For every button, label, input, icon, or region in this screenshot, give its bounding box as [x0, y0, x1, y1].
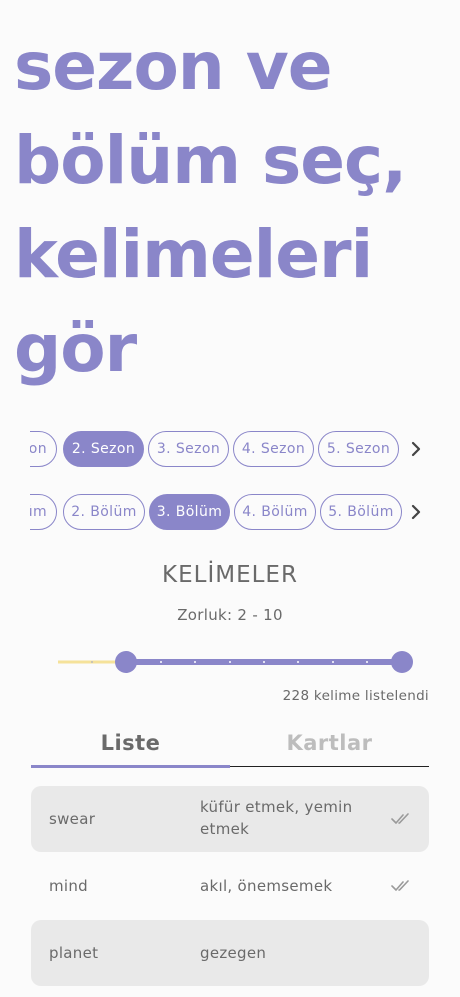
- double-check-icon: [391, 880, 409, 891]
- chevron-right-icon[interactable]: [408, 437, 426, 461]
- season-chip[interactable]: 5. Sezon: [318, 431, 399, 467]
- chevron-right-icon[interactable]: [408, 500, 426, 524]
- season-chip-label: on: [30, 441, 47, 457]
- word-english: planet: [49, 944, 99, 962]
- tab-list[interactable]: Liste: [31, 722, 230, 764]
- tab-active-indicator: [31, 765, 230, 768]
- word-translation-line: küfür etmek, yemin: [200, 798, 353, 816]
- word-english: swear: [49, 810, 96, 828]
- season-chip-label: 3. Sezon: [156, 441, 221, 457]
- season-chip-label: 2. Sezon: [71, 441, 136, 457]
- episode-selector: üm 2. Bölüm 3. Bölüm 4. Bölüm 5. Bölüm: [0, 494, 460, 530]
- word-count-label: 228 kelime listelendi: [282, 688, 429, 704]
- section-title: KELİMELER: [162, 562, 298, 588]
- season-chip[interactable]: 4. Sezon: [233, 431, 314, 467]
- slider-max-thumb[interactable]: [391, 651, 413, 673]
- episode-chip-selected[interactable]: 3. Bölüm: [149, 494, 230, 530]
- season-chip[interactable]: on: [30, 431, 57, 467]
- hero-line: sezon ve: [14, 28, 333, 105]
- season-chip-label: 5. Sezon: [326, 441, 391, 457]
- double-check-icon: [391, 813, 409, 824]
- episode-chip-label: üm: [30, 504, 47, 520]
- word-translation: küfür etmek, yemin etmek: [200, 796, 380, 840]
- hero-line: bölüm seç,: [14, 122, 407, 199]
- tab-cards[interactable]: Kartlar: [230, 722, 429, 764]
- word-translation-line: akıl, önemsemek: [200, 877, 333, 895]
- difficulty-label: Zorluk: 2 - 10: [177, 606, 283, 624]
- season-chip[interactable]: 3. Sezon: [148, 431, 229, 467]
- view-tabs: Liste Kartlar: [31, 722, 429, 768]
- word-english: mind: [49, 877, 89, 895]
- season-chip-label: 4. Sezon: [241, 441, 306, 457]
- word-translation-line: gezegen: [200, 944, 267, 962]
- word-translation-line: etmek: [200, 820, 250, 838]
- list-item[interactable]: swear küfür etmek, yemin etmek: [31, 786, 429, 852]
- episode-chip-label: 5. Bölüm: [328, 504, 394, 520]
- season-chip-track[interactable]: on 2. Sezon 3. Sezon 4. Sezon 5. Sezon: [30, 431, 402, 467]
- hero-heading: sezon ve bölüm seç, kelimeleri gör: [14, 20, 454, 396]
- list-item[interactable]: planet gezegen: [31, 920, 429, 986]
- episode-chip-track[interactable]: üm 2. Bölüm 3. Bölüm 4. Bölüm 5. Bölüm: [30, 494, 402, 530]
- list-item[interactable]: mind akıl, önemsemek: [31, 855, 429, 917]
- word-translation: gezegen: [200, 942, 380, 964]
- episode-chip-label: 3. Bölüm: [156, 504, 223, 520]
- episode-chip[interactable]: üm: [30, 494, 57, 530]
- slider-min-thumb[interactable]: [115, 651, 137, 673]
- season-chip-selected[interactable]: 2. Sezon: [63, 431, 144, 467]
- episode-chip[interactable]: 4. Bölüm: [234, 494, 316, 530]
- season-selector: on 2. Sezon 3. Sezon 4. Sezon 5. Sezon: [0, 431, 460, 467]
- episode-chip[interactable]: 5. Bölüm: [320, 494, 402, 530]
- episode-chip-label: 4. Bölüm: [242, 504, 308, 520]
- episode-chip[interactable]: 2. Bölüm: [63, 494, 145, 530]
- difficulty-range-slider[interactable]: [58, 648, 414, 676]
- hero-line: gör: [14, 310, 137, 387]
- episode-chip-label: 2. Bölüm: [71, 504, 137, 520]
- hero-line: kelimeleri: [14, 216, 373, 293]
- word-translation: akıl, önemsemek: [200, 875, 380, 897]
